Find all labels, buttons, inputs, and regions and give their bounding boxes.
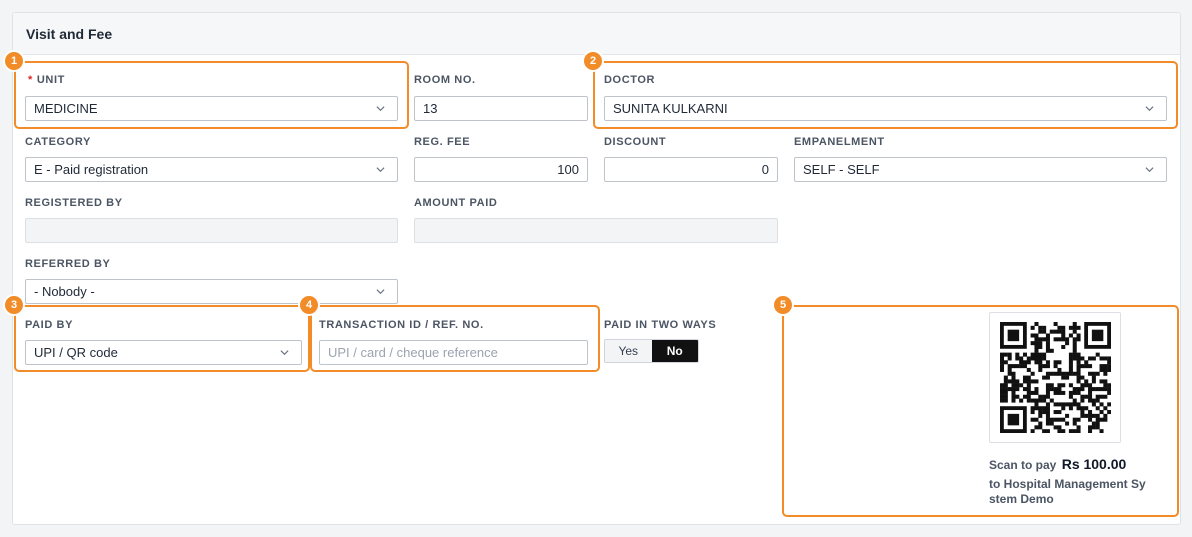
room-no-label: ROOM NO. (414, 74, 476, 86)
empanelment-label: EMPANELMENT (794, 136, 885, 148)
chevron-down-icon (1145, 167, 1154, 173)
amount-paid-field (414, 218, 778, 243)
highlight-box-4 (310, 305, 600, 372)
reg-fee-label: REG. FEE (414, 136, 471, 148)
discount-value: 0 (761, 162, 769, 177)
registered-by-field (25, 218, 398, 243)
annotation-badge-4: 4 (298, 294, 320, 316)
category-value: E - Paid registration (34, 162, 149, 177)
annotation-badge-3: 3 (3, 294, 25, 316)
discount-input[interactable]: 0 (604, 157, 778, 182)
registered-by-label: REGISTERED BY (25, 197, 123, 209)
amount-paid-label: AMOUNT PAID (414, 197, 498, 209)
empanelment-select[interactable]: SELF - SELF (794, 157, 1167, 182)
referred-by-value: - Nobody - (34, 284, 95, 299)
paid-two-ways-label: PAID IN TWO WAYS (604, 319, 717, 331)
reg-fee-input[interactable]: 100 (414, 157, 588, 182)
toggle-yes[interactable]: Yes (605, 340, 652, 362)
category-select[interactable]: E - Paid registration (25, 157, 398, 182)
referred-by-select[interactable]: - Nobody - (25, 279, 398, 304)
referred-by-label: REFERRED BY (25, 258, 111, 270)
highlight-box-5 (782, 305, 1179, 517)
section-title: Visit and Fee (26, 26, 113, 42)
empanelment-value: SELF - SELF (803, 162, 880, 177)
reg-fee-value: 100 (557, 162, 579, 177)
highlight-box-1 (14, 61, 409, 129)
chevron-down-icon (376, 167, 385, 173)
chevron-down-icon (376, 289, 385, 295)
room-no-input[interactable]: 13 (414, 96, 588, 121)
paid-two-ways-toggle: Yes No (604, 339, 699, 363)
highlight-box-3 (14, 305, 310, 372)
discount-label: DISCOUNT (604, 136, 667, 148)
annotation-badge-2: 2 (582, 50, 604, 72)
annotation-badge-1: 1 (3, 50, 25, 72)
toggle-no[interactable]: No (651, 340, 698, 362)
room-no-value: 13 (423, 101, 438, 116)
highlight-box-2 (593, 61, 1178, 129)
annotation-badge-5: 5 (772, 294, 794, 316)
card-header: Visit and Fee (13, 13, 1180, 55)
category-label: CATEGORY (25, 136, 91, 148)
